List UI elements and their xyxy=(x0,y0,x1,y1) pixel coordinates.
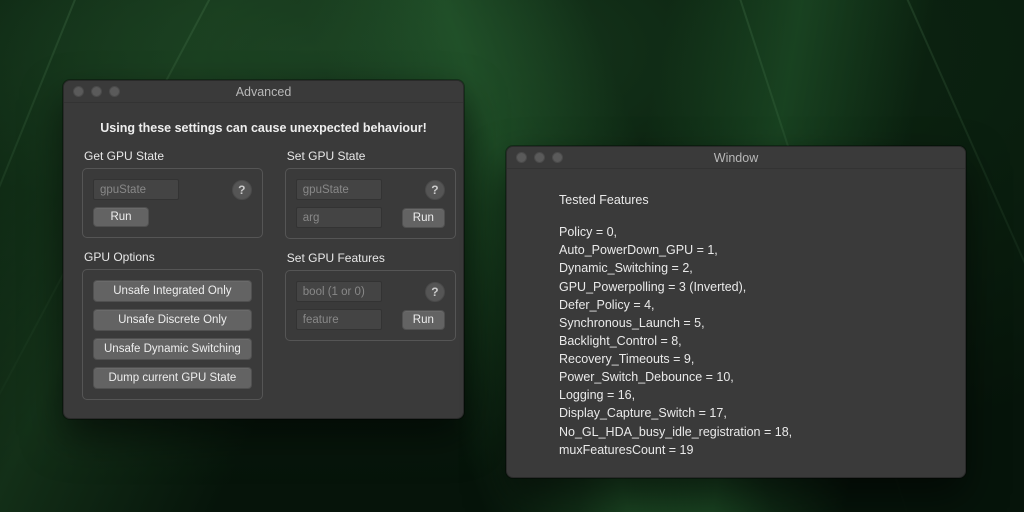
feature-line: Synchronous_Launch = 5, xyxy=(559,314,937,332)
minimize-icon[interactable] xyxy=(534,152,545,163)
titlebar[interactable]: Window xyxy=(507,147,965,169)
set-gpu-state-title: Set GPU State xyxy=(287,149,456,163)
unsafe-discrete-button[interactable]: Unsafe Discrete Only xyxy=(93,309,252,331)
help-icon[interactable]: ? xyxy=(425,282,445,302)
gpu-options-title: GPU Options xyxy=(84,250,263,264)
advanced-window: Advanced Using these settings can cause … xyxy=(63,80,464,419)
feature-line: Dynamic_Switching = 2, xyxy=(559,259,937,277)
set-state-arg-input[interactable] xyxy=(296,207,382,228)
feature-line: Policy = 0, xyxy=(559,223,937,241)
features-heading: Tested Features xyxy=(559,191,937,209)
set-gpu-features-title: Set GPU Features xyxy=(287,251,456,265)
minimize-icon[interactable] xyxy=(91,86,102,97)
get-state-input[interactable] xyxy=(93,179,179,200)
feature-line: muxFeaturesCount = 19 xyxy=(559,441,937,459)
feature-line: Logging = 16, xyxy=(559,386,937,404)
close-icon[interactable] xyxy=(73,86,84,97)
window-title: Window xyxy=(507,151,965,165)
feature-line: GPU_Powerpolling = 3 (Inverted), xyxy=(559,278,937,296)
features-body: Tested Features Policy = 0,Auto_PowerDow… xyxy=(507,169,965,477)
set-features-bool-input[interactable] xyxy=(296,281,382,302)
features-list: Policy = 0,Auto_PowerDown_GPU = 1,Dynami… xyxy=(559,223,937,459)
zoom-icon[interactable] xyxy=(109,86,120,97)
warning-text: Using these settings can cause unexpecte… xyxy=(82,115,445,149)
set-features-feature-input[interactable] xyxy=(296,309,382,330)
set-gpu-state-group: ? Run xyxy=(285,168,456,239)
get-gpu-state-title: Get GPU State xyxy=(84,149,263,163)
get-state-run-button[interactable]: Run xyxy=(93,207,149,227)
feature-line: Auto_PowerDown_GPU = 1, xyxy=(559,241,937,259)
set-features-run-button[interactable]: Run xyxy=(402,310,445,330)
close-icon[interactable] xyxy=(516,152,527,163)
set-gpu-features-group: ? Run xyxy=(285,270,456,341)
get-gpu-state-group: ? Run xyxy=(82,168,263,238)
features-window: Window Tested Features Policy = 0,Auto_P… xyxy=(506,146,966,478)
window-title: Advanced xyxy=(64,85,463,99)
feature-line: Defer_Policy = 4, xyxy=(559,296,937,314)
feature-line: Backlight_Control = 8, xyxy=(559,332,937,350)
dump-gpu-state-button[interactable]: Dump current GPU State xyxy=(93,367,252,389)
feature-line: Display_Capture_Switch = 17, xyxy=(559,404,937,422)
help-icon[interactable]: ? xyxy=(232,180,252,200)
unsafe-dynamic-button[interactable]: Unsafe Dynamic Switching xyxy=(93,338,252,360)
traffic-lights xyxy=(507,152,563,163)
titlebar[interactable]: Advanced xyxy=(64,81,463,103)
zoom-icon[interactable] xyxy=(552,152,563,163)
set-state-run-button[interactable]: Run xyxy=(402,208,445,228)
traffic-lights xyxy=(64,86,120,97)
feature-line: Power_Switch_Debounce = 10, xyxy=(559,368,937,386)
feature-line: Recovery_Timeouts = 9, xyxy=(559,350,937,368)
set-state-state-input[interactable] xyxy=(296,179,382,200)
gpu-options-group: Unsafe Integrated Only Unsafe Discrete O… xyxy=(82,269,263,400)
unsafe-integrated-button[interactable]: Unsafe Integrated Only xyxy=(93,280,252,302)
feature-line: No_GL_HDA_busy_idle_registration = 18, xyxy=(559,423,937,441)
help-icon[interactable]: ? xyxy=(425,180,445,200)
